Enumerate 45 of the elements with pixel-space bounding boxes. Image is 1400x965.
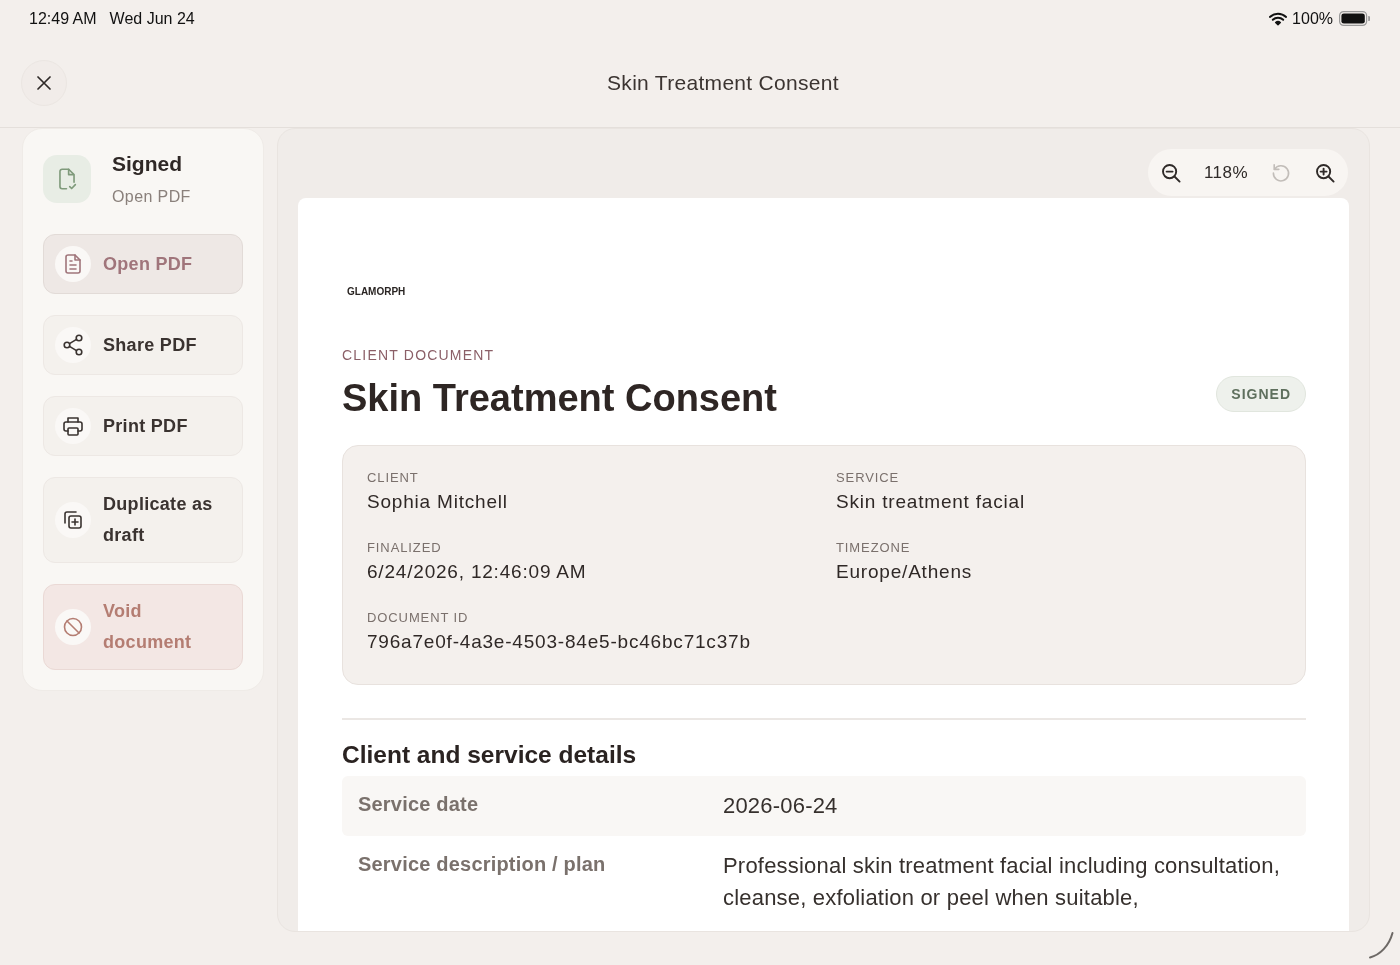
status-subtitle: Open PDF — [112, 187, 191, 207]
detail-value: 2026-06-24 — [723, 792, 839, 820]
prohibited-icon — [55, 609, 91, 645]
zoom-level: 118% — [1203, 162, 1249, 183]
document-icon — [55, 246, 91, 282]
brand-name: GLAMORPH — [347, 286, 406, 298]
field-value: Europe/Athens — [836, 561, 974, 583]
document-check-icon — [43, 155, 91, 203]
resize-handle-icon[interactable] — [1368, 931, 1394, 959]
status-date: Wed Jun 24 — [109, 9, 195, 28]
field-value: Skin treatment facial — [836, 491, 1026, 513]
field-value: 796a7e0f-4a3e-4503-84e5-bc46bc71c37b — [367, 631, 752, 653]
field-value: 6/24/2026, 12:46:09 AM — [367, 561, 588, 583]
detail-label: Service date — [358, 792, 480, 817]
action-button[interactable]: Print PDF — [43, 396, 243, 456]
field-label: SERVICE — [836, 470, 901, 486]
printer-icon — [55, 408, 91, 444]
zoom-in-button[interactable] — [1314, 161, 1336, 184]
reset-icon — [1271, 162, 1292, 183]
zoom-out-icon — [1161, 162, 1181, 183]
detail-label: Service description / plan — [358, 852, 607, 877]
close-button[interactable] — [21, 60, 67, 106]
field-label: DOCUMENT ID — [367, 610, 470, 626]
zoom-in-icon — [1315, 162, 1335, 183]
status-time: 12:49 AM — [29, 9, 97, 28]
duplicate-icon — [55, 502, 91, 538]
detail-value: Professional skin treatment facial including consultation, cleanse, exfoliation or peel when suitable, — [723, 852, 1281, 912]
field-label: CLIENT — [367, 470, 420, 486]
field-label: FINALIZED — [367, 540, 443, 556]
battery-icon — [1339, 11, 1370, 26]
section-heading: Client and service details — [342, 741, 638, 769]
page-title: Skin Treatment Consent — [606, 71, 840, 95]
document-eyebrow: CLIENT DOCUMENT — [342, 347, 495, 363]
status-badge: SIGNED — [1216, 376, 1306, 412]
field-value: Sophia Mitchell — [367, 491, 509, 513]
close-icon — [37, 76, 51, 90]
battery-percent: 100% — [1292, 9, 1333, 28]
action-button[interactable]: Duplicate as draft — [43, 477, 243, 563]
zoom-out-button[interactable] — [1160, 161, 1182, 184]
document-title: Skin Treatment Consent — [342, 376, 777, 421]
status-title: Signed — [112, 151, 183, 177]
action-button[interactable]: Share PDF — [43, 315, 243, 375]
wifi-icon — [1269, 11, 1288, 26]
field-label: TIMEZONE — [836, 540, 912, 556]
share-icon — [55, 327, 91, 363]
